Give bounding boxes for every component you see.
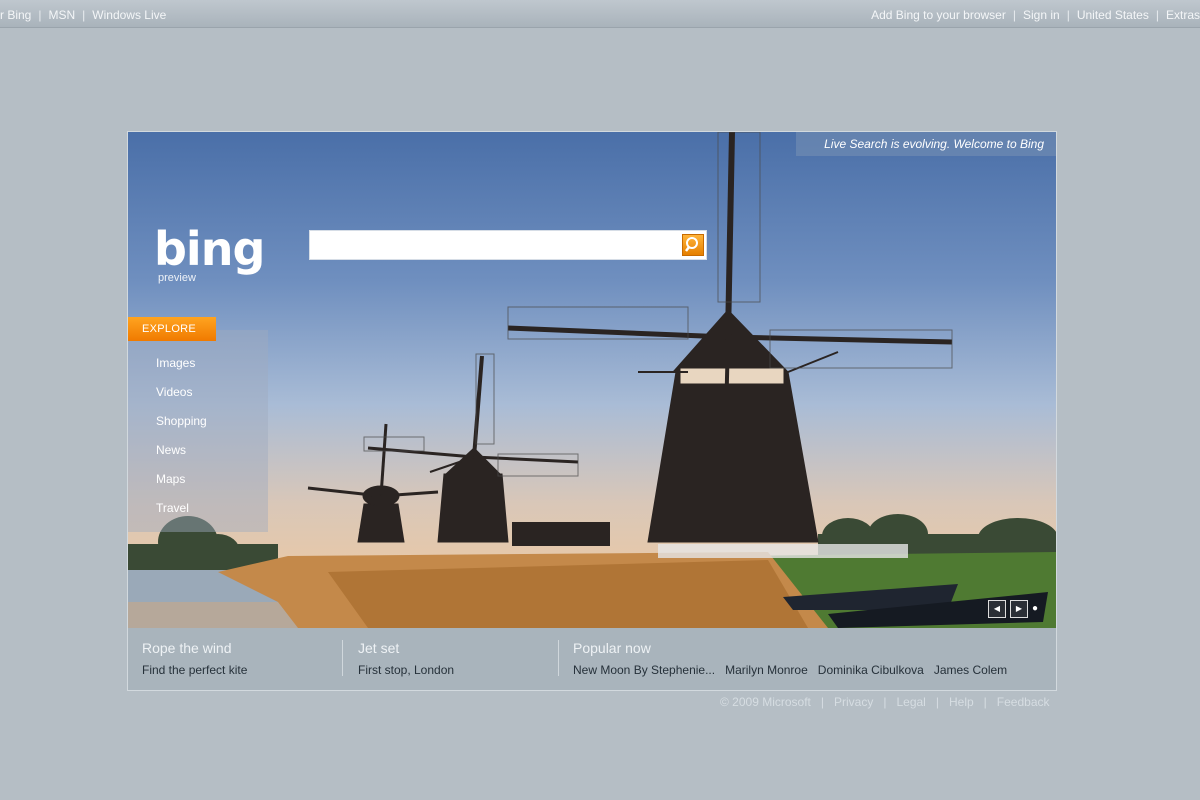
previous-image-button[interactable]: ◀ (988, 600, 1006, 618)
nav-item-shopping[interactable]: Shopping (156, 414, 207, 443)
separator: | (38, 8, 42, 22)
copyright: © 2009 Microsoft (720, 695, 811, 709)
popular-link[interactable]: New Moon By Stephenie... (573, 663, 715, 677)
feedback-link[interactable]: Feedback (997, 695, 1050, 709)
legal-link[interactable]: Legal (896, 695, 925, 709)
image-controls: ◀ ▶ ● (988, 600, 1042, 618)
panel-popular-now: Popular now New Moon By Stephenie... Mar… (573, 640, 1043, 677)
popular-link[interactable]: Dominika Cibulkova (818, 663, 924, 677)
logo-text: bing (154, 222, 265, 276)
panel-title[interactable]: Jet set (358, 640, 454, 656)
top-nav-left: r Bing | MSN | Windows Live (0, 8, 166, 22)
panel-rope-the-wind: Rope the wind Find the perfect kite (142, 640, 247, 677)
footer: © 2009 Microsoft | Privacy | Legal | Hel… (720, 695, 1050, 709)
search-button[interactable] (682, 234, 704, 256)
sign-in-link[interactable]: Sign in (1023, 8, 1060, 22)
hotspot-panels: Rope the wind Find the perfect kite Jet … (128, 628, 1056, 690)
separator: | (1155, 8, 1159, 22)
explore-nav: Images Videos Shopping News Maps Travel (156, 356, 207, 530)
nav-item-maps[interactable]: Maps (156, 472, 207, 501)
panel-divider (342, 640, 343, 676)
privacy-link[interactable]: Privacy (834, 695, 873, 709)
windows-live-link[interactable]: Windows Live (92, 8, 166, 22)
bing-logo[interactable]: bing (154, 222, 265, 276)
add-bing-link[interactable]: Add Bing to your browser (871, 8, 1006, 22)
search-box (309, 230, 707, 260)
panel-link[interactable]: Find the perfect kite (142, 663, 247, 677)
separator: | (883, 695, 887, 709)
separator: | (1012, 8, 1016, 22)
panel-title[interactable]: Popular now (573, 640, 1043, 656)
separator: | (1066, 8, 1070, 22)
top-nav-bar: r Bing | MSN | Windows Live Add Bing to … (0, 0, 1200, 28)
separator: | (983, 695, 987, 709)
separator: | (820, 695, 825, 709)
explore-tab[interactable]: EXPLORE (128, 317, 216, 341)
msn-link[interactable]: MSN (48, 8, 75, 22)
tagline-banner[interactable]: Live Search is evolving. Welcome to Bing (796, 132, 1056, 156)
panel-links: New Moon By Stephenie... Marilyn Monroe … (573, 663, 1043, 677)
panel-links: Find the perfect kite (142, 663, 247, 677)
help-link[interactable]: Help (949, 695, 974, 709)
separator: | (82, 8, 86, 22)
search-input[interactable] (310, 231, 678, 259)
popular-link[interactable]: James Colem (934, 663, 1007, 677)
nav-item-travel[interactable]: Travel (156, 501, 207, 530)
panel-links: First stop, London (358, 663, 454, 677)
region-link[interactable]: United States (1077, 8, 1149, 22)
extras-link[interactable]: Extras (1166, 8, 1200, 22)
nav-item-news[interactable]: News (156, 443, 207, 472)
panel-jet-set: Jet set First stop, London (358, 640, 454, 677)
separator: | (935, 695, 939, 709)
panel-link[interactable]: First stop, London (358, 663, 454, 677)
top-nav-right: Add Bing to your browser | Sign in | Uni… (871, 8, 1200, 22)
windmill-large (507, 132, 953, 543)
info-icon[interactable]: ● (1032, 600, 1042, 618)
homepage-frame: Live Search is evolving. Welcome to Bing… (127, 131, 1057, 691)
bing-link[interactable]: r Bing (0, 8, 31, 22)
logo-subtitle: preview (158, 272, 196, 284)
panel-divider (558, 640, 559, 676)
search-icon (685, 237, 698, 252)
panel-title[interactable]: Rope the wind (142, 640, 247, 656)
popular-link[interactable]: Marilyn Monroe (725, 663, 808, 677)
nav-item-images[interactable]: Images (156, 356, 207, 385)
hero-image: Live Search is evolving. Welcome to Bing… (128, 132, 1056, 628)
windmill-small (307, 423, 439, 543)
nav-item-videos[interactable]: Videos (156, 385, 207, 414)
next-image-button[interactable]: ▶ (1010, 600, 1028, 618)
